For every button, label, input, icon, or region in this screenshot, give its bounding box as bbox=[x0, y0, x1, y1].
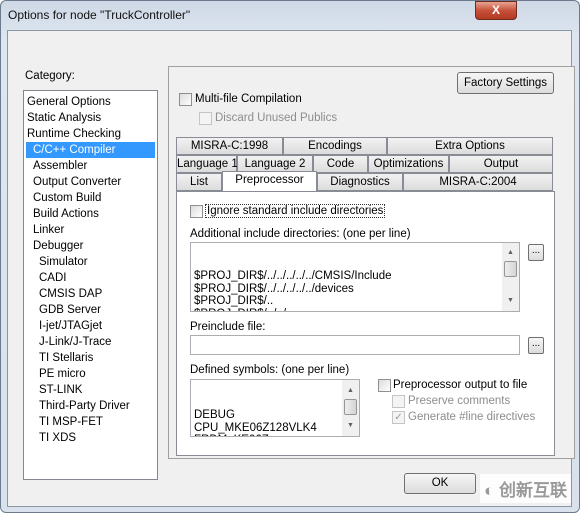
scroll-thumb[interactable] bbox=[344, 399, 357, 415]
include-dirs-textarea[interactable]: $PROJ_DIR$/../../../../../CMSIS/Include … bbox=[190, 242, 520, 312]
scroll-thumb[interactable] bbox=[504, 261, 517, 277]
factory-settings-button[interactable]: Factory Settings bbox=[457, 72, 554, 94]
tab-encodings[interactable]: Encodings bbox=[283, 137, 387, 155]
include-dirs-text: $PROJ_DIR$/../../../../../CMSIS/Include … bbox=[194, 270, 392, 311]
preserve-comments-label: Preserve comments bbox=[408, 395, 511, 407]
category-item[interactable]: Simulator bbox=[26, 254, 155, 270]
tab-code[interactable]: Code bbox=[313, 155, 368, 173]
category-item[interactable]: TI Stellaris bbox=[26, 350, 155, 366]
category-item[interactable]: C/C++ Compiler bbox=[26, 142, 155, 158]
preinclude-label: Preinclude file: bbox=[190, 321, 266, 333]
scroll-down-icon[interactable]: ▼ bbox=[502, 295, 519, 308]
defined-symbols-text: DEBUG CPU_MKE06Z128VLK4 FRDM_KE06Z FREED… bbox=[194, 409, 317, 436]
pp-output-checkbox[interactable] bbox=[378, 379, 391, 392]
category-list[interactable]: General Options Static Analysis Runtime Ch… bbox=[23, 90, 158, 480]
include-browse-button[interactable]: ... bbox=[528, 244, 544, 261]
discard-unused-checkbox[interactable] bbox=[199, 112, 212, 125]
tab-list[interactable]: List bbox=[176, 173, 222, 191]
defined-symbols-label: Defined symbols: (one per line) bbox=[190, 364, 350, 376]
tab-optimizations[interactable]: Optimizations bbox=[368, 155, 449, 173]
scroll-up-icon[interactable]: ▲ bbox=[502, 247, 519, 260]
ok-button[interactable]: OK bbox=[404, 473, 476, 494]
close-button[interactable]: X bbox=[475, 1, 517, 20]
category-item[interactable]: Runtime Checking bbox=[26, 126, 155, 142]
generate-line-label: Generate #line directives bbox=[408, 411, 536, 423]
category-item[interactable]: Output Converter bbox=[26, 174, 155, 190]
tab-extra-options[interactable]: Extra Options bbox=[387, 137, 553, 155]
multi-file-checkbox[interactable] bbox=[179, 93, 192, 106]
preinclude-input[interactable] bbox=[190, 335, 520, 355]
category-item[interactable]: CADI bbox=[26, 270, 155, 286]
multi-file-label: Multi-file Compilation bbox=[195, 93, 302, 105]
category-item[interactable]: General Options bbox=[26, 94, 155, 110]
preserve-comments-checkbox[interactable] bbox=[392, 395, 405, 408]
category-item[interactable]: Debugger bbox=[26, 238, 155, 254]
tab-output[interactable]: Output bbox=[449, 155, 553, 173]
include-dirs-label: Additional include directories: (one per… bbox=[190, 228, 411, 240]
ignore-std-checkbox[interactable] bbox=[190, 205, 203, 218]
category-label: Category: bbox=[25, 70, 75, 82]
tab-misra-c-2004[interactable]: MISRA-C:2004 bbox=[403, 173, 553, 191]
category-item[interactable]: I-jet/JTAGjet bbox=[26, 318, 155, 334]
category-item[interactable]: Static Analysis bbox=[26, 110, 155, 126]
category-item[interactable]: Assembler bbox=[26, 158, 155, 174]
category-item[interactable]: J-Link/J-Trace bbox=[26, 334, 155, 350]
category-item[interactable]: PE micro bbox=[26, 366, 155, 382]
window-title: Options for node "TruckController" bbox=[8, 8, 191, 22]
scroll-up-icon[interactable]: ▲ bbox=[342, 385, 359, 398]
category-item[interactable]: GDB Server bbox=[26, 302, 155, 318]
tab-misra-c-1998[interactable]: MISRA-C:1998 bbox=[176, 137, 283, 155]
defined-symbols-textarea[interactable]: DEBUG CPU_MKE06Z128VLK4 FRDM_KE06Z FREED… bbox=[190, 379, 360, 437]
scroll-down-icon[interactable]: ▼ bbox=[342, 420, 359, 433]
pp-output-label: Preprocessor output to file bbox=[393, 379, 528, 391]
category-item[interactable]: ST-LINK bbox=[26, 382, 155, 398]
discard-unused-label: Discard Unused Publics bbox=[215, 112, 338, 124]
category-item[interactable]: CMSIS DAP bbox=[26, 286, 155, 302]
category-item[interactable]: TI XDS bbox=[26, 430, 155, 446]
category-item[interactable]: Build Actions bbox=[26, 206, 155, 222]
include-scrollbar[interactable]: ▲ ▼ bbox=[502, 243, 519, 311]
category-item[interactable]: TI MSP-FET bbox=[26, 414, 155, 430]
generate-line-checkbox[interactable]: ✓ bbox=[392, 411, 405, 424]
preinclude-browse-button[interactable]: ... bbox=[528, 337, 544, 354]
tab-diagnostics[interactable]: Diagnostics bbox=[317, 173, 403, 191]
defined-scrollbar[interactable]: ▲ ▼ bbox=[342, 380, 359, 436]
category-item[interactable]: Linker bbox=[26, 222, 155, 238]
tab-preprocessor[interactable]: Preprocessor bbox=[222, 171, 317, 191]
ignore-std-label: Ignore standard include directories bbox=[205, 204, 386, 218]
category-item[interactable]: Third-Party Driver bbox=[26, 398, 155, 414]
watermark-logo: ◐ 创新互联 bbox=[480, 474, 571, 503]
category-item[interactable]: Custom Build bbox=[26, 190, 155, 206]
